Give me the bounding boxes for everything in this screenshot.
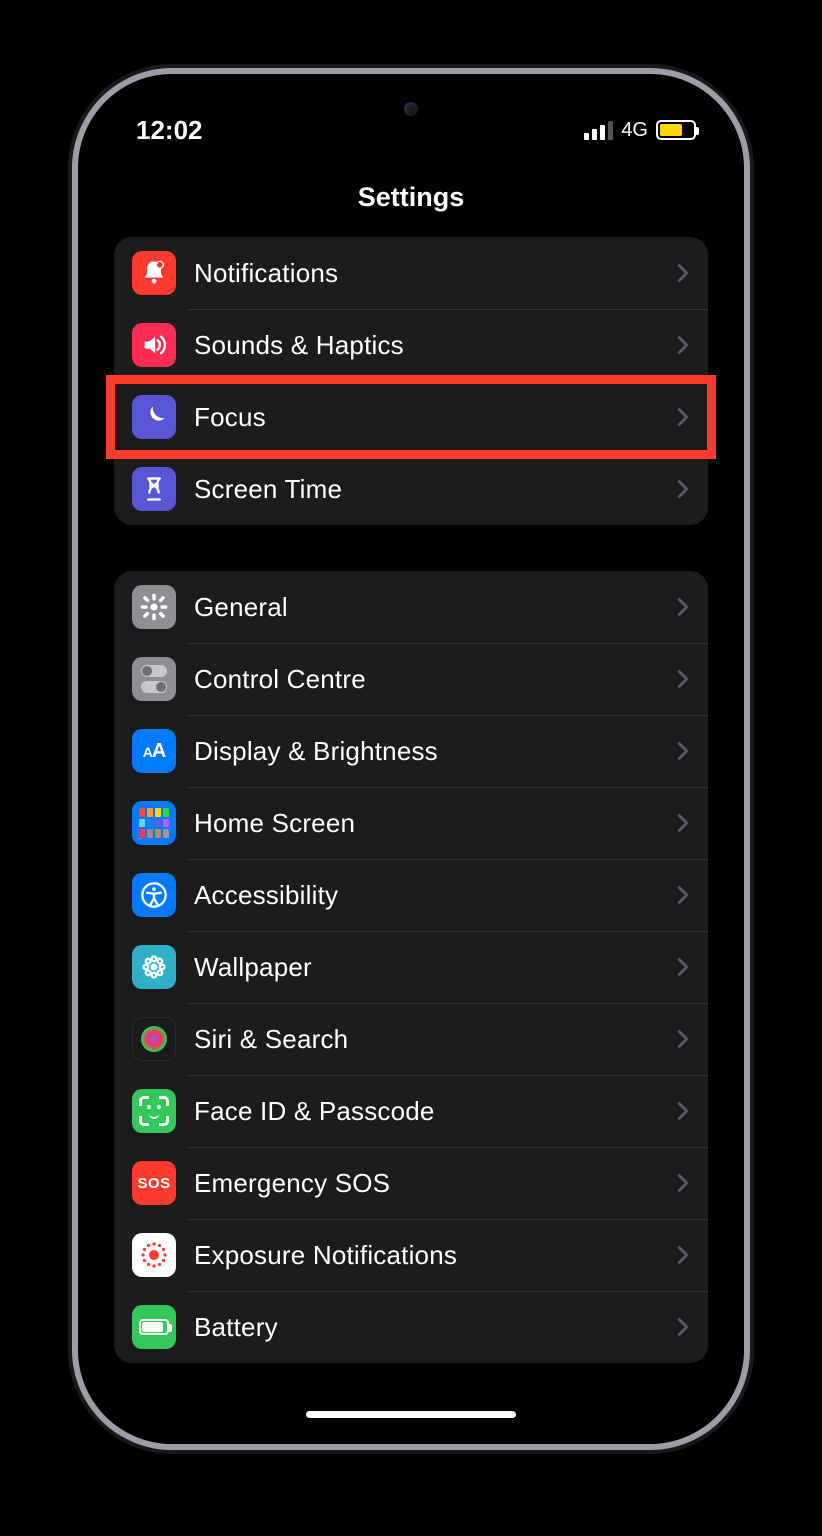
chevron-right-icon: [676, 1029, 690, 1049]
row-label: Notifications: [194, 258, 676, 289]
side-button-mute: [70, 296, 78, 344]
row-label: Screen Time: [194, 474, 676, 505]
row-label: Siri & Search: [194, 1024, 676, 1055]
chevron-right-icon: [676, 1173, 690, 1193]
chevron-right-icon: [676, 885, 690, 905]
device-frame: 12:02 4G Settings Notifications Sounds & …: [78, 74, 744, 1444]
side-button-volume-down: [70, 506, 78, 602]
row-label: Control Centre: [194, 664, 676, 695]
signal-strength-icon: [584, 120, 613, 140]
settings-row-battery[interactable]: Battery: [114, 1291, 708, 1363]
row-label: General: [194, 592, 676, 623]
chevron-right-icon: [676, 813, 690, 833]
settings-row-focus[interactable]: Focus: [114, 381, 708, 453]
toggles-icon: [132, 657, 176, 701]
screen: 12:02 4G Settings Notifications Sounds & …: [92, 88, 730, 1430]
speaker-icon: [132, 323, 176, 367]
bell-icon: [132, 251, 176, 295]
home-indicator[interactable]: [306, 1411, 516, 1418]
settings-row-controlcentre[interactable]: Control Centre: [114, 643, 708, 715]
row-label: Exposure Notifications: [194, 1240, 676, 1271]
faceid-icon: [132, 1089, 176, 1133]
settings-row-screentime[interactable]: Screen Time: [114, 453, 708, 525]
row-label: Accessibility: [194, 880, 676, 911]
row-label: Battery: [194, 1312, 676, 1343]
chevron-right-icon: [676, 1317, 690, 1337]
gear-icon: [132, 585, 176, 629]
chevron-right-icon: [676, 335, 690, 355]
accessibility-icon: [132, 873, 176, 917]
row-label: Wallpaper: [194, 952, 676, 983]
chevron-right-icon: [676, 407, 690, 427]
chevron-right-icon: [676, 1245, 690, 1265]
sos-icon: SOS: [132, 1161, 176, 1205]
siri-icon: [132, 1017, 176, 1061]
settings-row-accessibility[interactable]: Accessibility: [114, 859, 708, 931]
chevron-right-icon: [676, 957, 690, 977]
chevron-right-icon: [676, 1101, 690, 1121]
battery-icon: [132, 1305, 176, 1349]
chevron-right-icon: [676, 669, 690, 689]
settings-group: General Control Centre AA Display & Brightn…: [114, 571, 708, 1363]
network-type-label: 4G: [621, 119, 648, 142]
device-notch: [286, 88, 536, 130]
row-label: Home Screen: [194, 808, 676, 839]
chevron-right-icon: [676, 597, 690, 617]
row-label: Face ID & Passcode: [194, 1096, 676, 1127]
hourglass-icon: [132, 467, 176, 511]
settings-row-sos[interactable]: SOS Emergency SOS: [114, 1147, 708, 1219]
status-time: 12:02: [136, 115, 203, 146]
settings-row-wallpaper[interactable]: Wallpaper: [114, 931, 708, 1003]
settings-row-sounds[interactable]: Sounds & Haptics: [114, 309, 708, 381]
settings-row-display[interactable]: AA Display & Brightness: [114, 715, 708, 787]
chevron-right-icon: [676, 263, 690, 283]
moon-icon: [132, 395, 176, 439]
settings-group: Notifications Sounds & Haptics Focus Screen…: [114, 237, 708, 525]
row-label: Emergency SOS: [194, 1168, 676, 1199]
row-label: Sounds & Haptics: [194, 330, 676, 361]
settings-row-homescreen[interactable]: Home Screen: [114, 787, 708, 859]
battery-status-icon: [656, 120, 696, 140]
settings-row-exposure[interactable]: Exposure Notifications: [114, 1219, 708, 1291]
flower-icon: [132, 945, 176, 989]
chevron-right-icon: [676, 479, 690, 499]
settings-row-notifications[interactable]: Notifications: [114, 237, 708, 309]
grid-icon: [132, 801, 176, 845]
settings-row-general[interactable]: General: [114, 571, 708, 643]
row-label: Focus: [194, 402, 676, 433]
exposure-icon: [132, 1233, 176, 1277]
settings-row-siri[interactable]: Siri & Search: [114, 1003, 708, 1075]
side-button-volume-up: [70, 386, 78, 482]
row-label: Display & Brightness: [194, 736, 676, 767]
settings-row-faceid[interactable]: Face ID & Passcode: [114, 1075, 708, 1147]
textsize-icon: AA: [132, 729, 176, 773]
page-title: Settings: [92, 158, 730, 237]
chevron-right-icon: [676, 741, 690, 761]
side-button-power: [744, 430, 752, 580]
